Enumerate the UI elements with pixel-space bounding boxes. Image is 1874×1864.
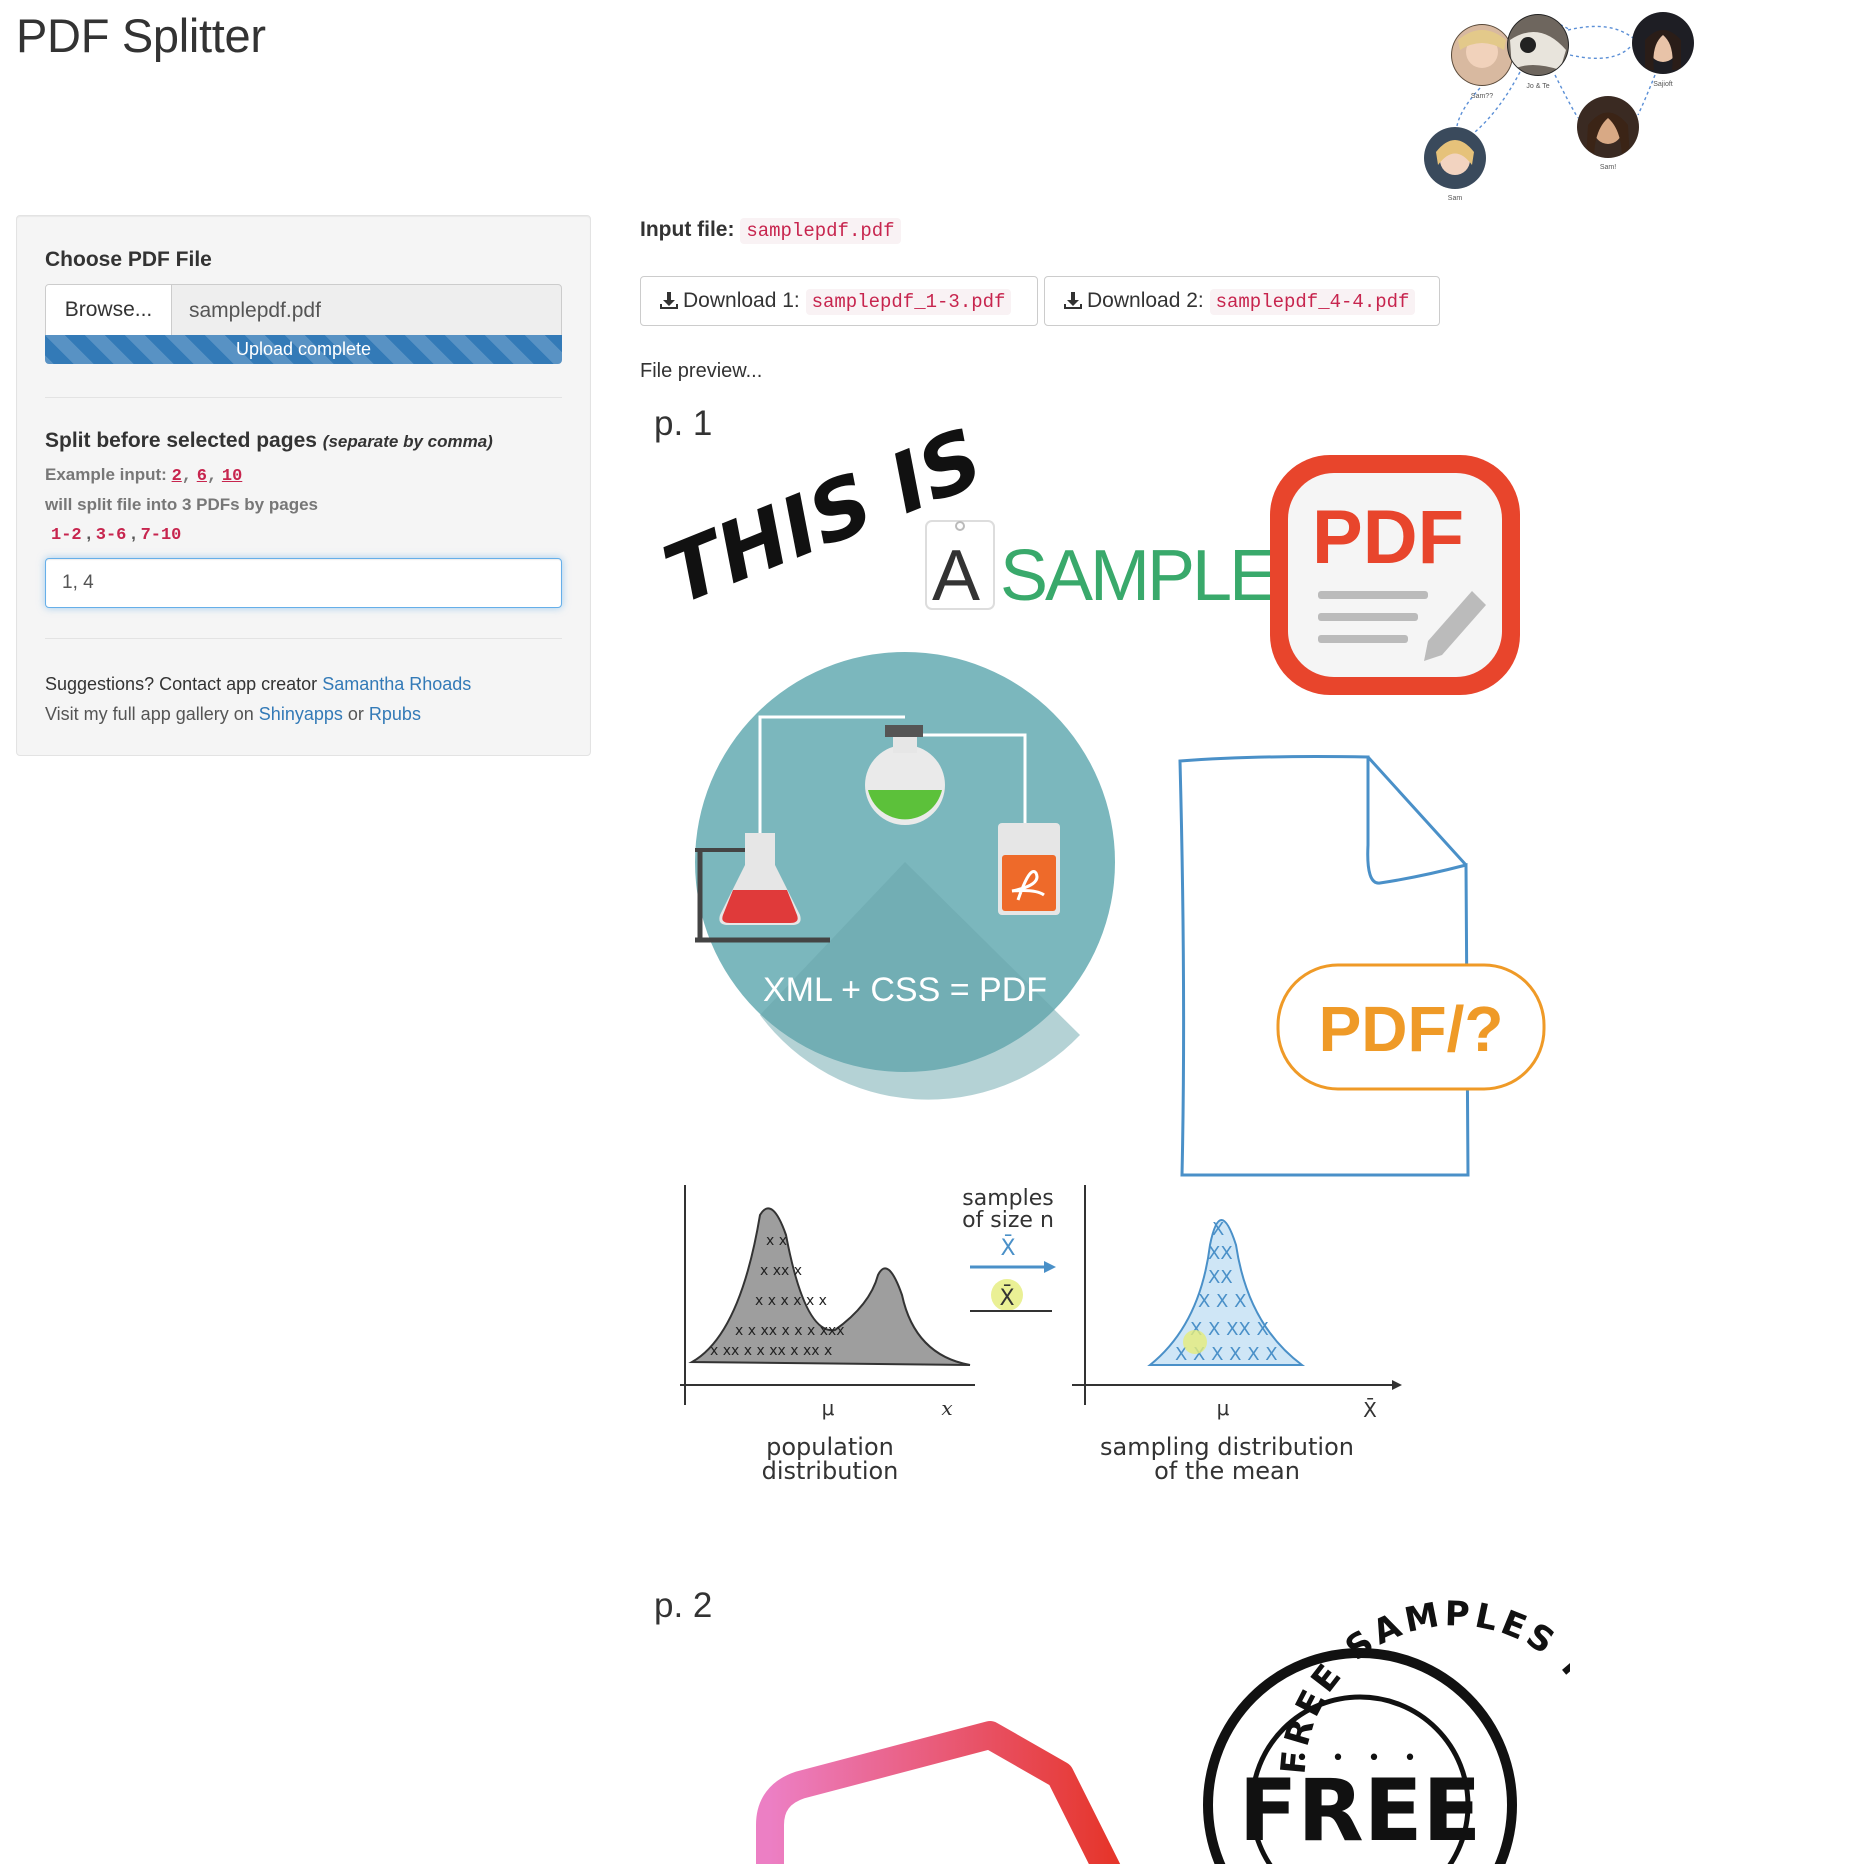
gallery-prefix: Visit my full app gallery on [45,704,254,724]
svg-text:XX: XX [1208,1267,1233,1288]
range-value: 1-2 [51,526,82,545]
choose-file-label: Choose PDF File [45,248,212,271]
example-input-line: Example input: 2, 6, 10 [45,465,243,486]
svg-text:x xx x x xx x xx x: x xx x x xx x xx x [710,1343,832,1359]
split-pages-label: Split before selected pages (separate by… [45,429,493,453]
sampling-label: of the mean [1154,1457,1300,1485]
sampling-distribution-diagram: x xx x x xx x xx x x x xx x x x xxx x x … [680,1185,1402,1485]
pdf-page-1-preview: p. 1 THIS IS A SAMPLE! PDF XML + CSS = P… [652,404,1546,1485]
shinyapps-link[interactable]: Shinyapps [259,704,343,724]
suggestions-line: Suggestions? Contact app creator Samanth… [45,674,471,695]
svg-text:X X X: X X X [1198,1291,1246,1312]
example-value: 6 [196,467,207,486]
avatar [1577,96,1639,158]
avatar [1451,24,1513,86]
input-file-name: samplepdf.pdf [740,218,901,244]
divider [45,397,562,398]
sidebar-panel: Choose PDF File Browse... samplepdf.pdf … [16,215,591,756]
file-preview-label: File preview... [640,360,763,382]
creator-link[interactable]: Samantha Rhoads [322,674,471,694]
gallery-line: Visit my full app gallery on Shinyapps o… [45,704,421,725]
pink-document-graphic [756,1721,1121,1864]
stamp-center-text: FREE [1239,1761,1481,1861]
avatar-label: Sam! [1600,164,1616,171]
xml-css-pdf-text: XML + CSS = PDF [763,971,1047,1009]
avatar-network-graphic: Sam?? Jo & Te Sajioft Sam! Sam [1424,12,1694,202]
xml-css-pdf-illustration: XML + CSS = PDF [695,652,1115,1100]
svg-text:• • • •: • • • • [1296,1746,1425,1771]
pdf-document-icon: PDF [1270,455,1520,695]
svg-text:X: X [1212,1219,1224,1240]
svg-text:x x x x x x: x x x x x x [755,1293,827,1309]
split-pages-hint: (separate by comma) [322,432,493,451]
download-2-file: samplepdf_4-4.pdf [1209,289,1416,315]
download-icon [660,292,678,310]
population-label: distribution [762,1457,899,1485]
example-value: 2 [171,467,182,486]
avatar-label: Sajioft [1653,81,1673,88]
download-icon [1064,292,1082,310]
pdf-page-2-preview: p. 2 FREE SAMPLES FREE SAMPLES FREE • • … [654,1586,1570,1864]
free-samples-stamp: FREE SAMPLES FREE SAMPLES FREE • • • • [1203,1594,1570,1864]
mu-label: μ [1217,1396,1230,1420]
upload-status-text: Upload complete [235,339,372,359]
mu-label: μ [822,1396,835,1420]
svg-text:x x: x x [766,1233,787,1249]
app-title: PDF Splitter [16,9,266,62]
sample-title: A SAMPLE! [925,520,1294,616]
rpubs-link[interactable]: Rpubs [369,704,421,724]
pdf-badge-text: PDF [1312,495,1464,580]
input-file-line: Input file: samplepdf.pdf [640,218,901,244]
input-file-label: Input file: [640,218,735,241]
example-prefix: Example input: [45,465,167,484]
page-ranges: 1-2 , 3-6 , 7-10 [51,524,182,545]
pdf-question-document: PDF/? [1178,755,1546,1177]
selected-file-name: samplepdf.pdf [189,299,321,322]
avatar [1632,12,1694,74]
avatar-label: Sam [1448,195,1463,202]
avatar [1424,127,1486,189]
download-1-label: Download 1: [683,289,800,312]
avatar-label: Jo & Te [1526,83,1549,90]
svg-text:XX: XX [1208,1243,1233,1264]
gallery-or: or [347,704,364,724]
xbar-label: X̄ [999,1285,1014,1311]
avatar [1507,14,1569,76]
file-input-group[interactable]: Browse... samplepdf.pdf [45,284,562,337]
avatar-label: Sam?? [1471,93,1493,100]
svg-text:x xx x: x xx x [760,1263,802,1279]
download-2-label: Download 2: [1087,289,1204,312]
upload-progress-bar: Upload complete [45,335,562,364]
divider [45,638,562,639]
suggestions-prefix: Suggestions? Contact app creator [45,674,318,694]
will-split-text: will split file into 3 PDFs by pages [45,495,318,514]
split-pages-label-text: Split before selected pages [45,429,317,452]
example-value: 10 [221,467,243,486]
xbar-label: X̄ [1000,1235,1015,1261]
xbar-axis-label: X̄ [1363,1397,1377,1422]
samples-label: of size n [962,1208,1054,1233]
page-number-label: p. 1 [654,404,712,443]
range-value: 7-10 [140,526,182,545]
svg-text:x x xx x x x xxx: x x xx x x x xxx [735,1323,845,1339]
download-1-file: samplepdf_1-3.pdf [805,289,1012,315]
download-2-button[interactable]: Download 2: samplepdf_4-4.pdf [1044,276,1440,326]
download-1-button[interactable]: Download 1: samplepdf_1-3.pdf [640,276,1038,326]
a-letter: A [932,536,980,616]
page-number-label: p. 2 [654,1586,712,1625]
split-pages-input[interactable]: 1, 4 [45,558,562,608]
x-axis-label: x [941,1396,952,1420]
range-value: 3-6 [95,526,127,545]
pdf-question-text: PDF/? [1319,993,1504,1065]
sample-word: SAMPLE! [1000,536,1291,616]
browse-button[interactable]: Browse... [46,285,172,336]
